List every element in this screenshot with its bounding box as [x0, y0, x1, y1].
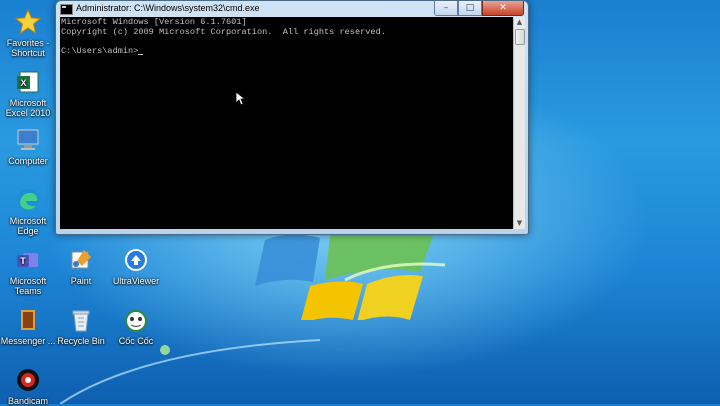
desktop-icon-label: Bandicam — [7, 396, 49, 406]
console-prompt: C:\Users\admin> — [61, 45, 139, 56]
mouse-pointer-icon — [236, 92, 246, 106]
vertical-scrollbar[interactable]: ▲ ▼ — [513, 17, 525, 229]
bandicam-icon — [17, 369, 39, 391]
excel-icon: X — [17, 71, 39, 93]
desktop-icon-label: Paint — [70, 276, 92, 286]
desktop-icon-paint[interactable]: Paint — [53, 246, 109, 286]
svg-text:X: X — [20, 78, 26, 88]
minimize-button[interactable]: – — [434, 1, 458, 16]
maximize-button[interactable]: □ — [458, 1, 482, 16]
cmd-icon — [60, 4, 73, 15]
scroll-down-button[interactable]: ▼ — [514, 218, 525, 229]
desktop-icon-teams[interactable]: T Microsoft Teams — [0, 246, 56, 296]
teams-icon: T — [17, 253, 38, 267]
coc-coc-icon — [125, 310, 147, 332]
recycle-bin-icon — [72, 310, 90, 332]
close-button[interactable]: ✕ — [482, 1, 524, 16]
desktop-icon-label: Recycle Bin — [57, 336, 105, 346]
desktop-icon-label: Microsoft Edge — [9, 216, 47, 236]
paint-icon — [71, 250, 91, 269]
scroll-up-button[interactable]: ▲ — [514, 17, 525, 28]
text-cursor — [138, 54, 144, 55]
desktop-icon-excel[interactable]: X Microsoft Excel 2010 — [0, 68, 56, 118]
cmd-window[interactable]: Administrator: C:\Windows\system32\cmd.e… — [55, 0, 529, 235]
desktop-icon-coc-coc[interactable]: Cốc Cốc — [108, 306, 164, 346]
desktop-icon-label: Computer — [8, 156, 48, 166]
desktop-icon-label: Messenger ... — [0, 336, 56, 346]
star-icon — [14, 8, 42, 35]
window-controls: – □ ✕ — [434, 1, 524, 16]
desktop-icon-label: Cốc Cốc — [118, 336, 154, 346]
window-titlebar[interactable]: Administrator: C:\Windows\system32\cmd.e… — [56, 1, 528, 17]
messenger-icon — [21, 310, 35, 330]
desktop-icon-messenger[interactable]: Messenger ... — [0, 306, 56, 346]
edge-icon — [17, 189, 39, 211]
console-output[interactable]: Microsoft Windows [Version 6.1.7601] Copy… — [60, 17, 513, 229]
desktop-icon-bandicam[interactable]: Bandicam — [0, 366, 56, 406]
computer-icon — [17, 129, 39, 150]
desktop-icon-computer[interactable]: Computer — [0, 126, 56, 166]
console-line: Copyright (c) 2009 Microsoft Corporation… — [61, 26, 386, 37]
desktop-icon-favorites-shortcut[interactable]: Favorites - Shortcut — [0, 8, 56, 58]
window-title: Administrator: C:\Windows\system32\cmd.e… — [76, 3, 260, 13]
desktop-icon-label: Favorites - Shortcut — [6, 38, 50, 58]
svg-text:T: T — [20, 256, 26, 266]
ultraviewer-icon — [125, 249, 147, 271]
desktop-icon-label: UltraViewer — [112, 276, 160, 286]
desktop-icon-label: Microsoft Excel 2010 — [5, 98, 51, 118]
desktop-icon-ultraviewer[interactable]: UltraViewer — [108, 246, 164, 286]
desktop: Favorites - Shortcut X Microsoft Excel 2… — [0, 0, 720, 406]
desktop-icon-edge[interactable]: Microsoft Edge — [0, 186, 56, 236]
windows-logo-wallpaper — [255, 226, 446, 320]
scroll-thumb[interactable] — [515, 29, 525, 45]
desktop-icon-recycle-bin[interactable]: Recycle Bin — [53, 306, 109, 346]
desktop-icon-label: Microsoft Teams — [9, 276, 47, 296]
